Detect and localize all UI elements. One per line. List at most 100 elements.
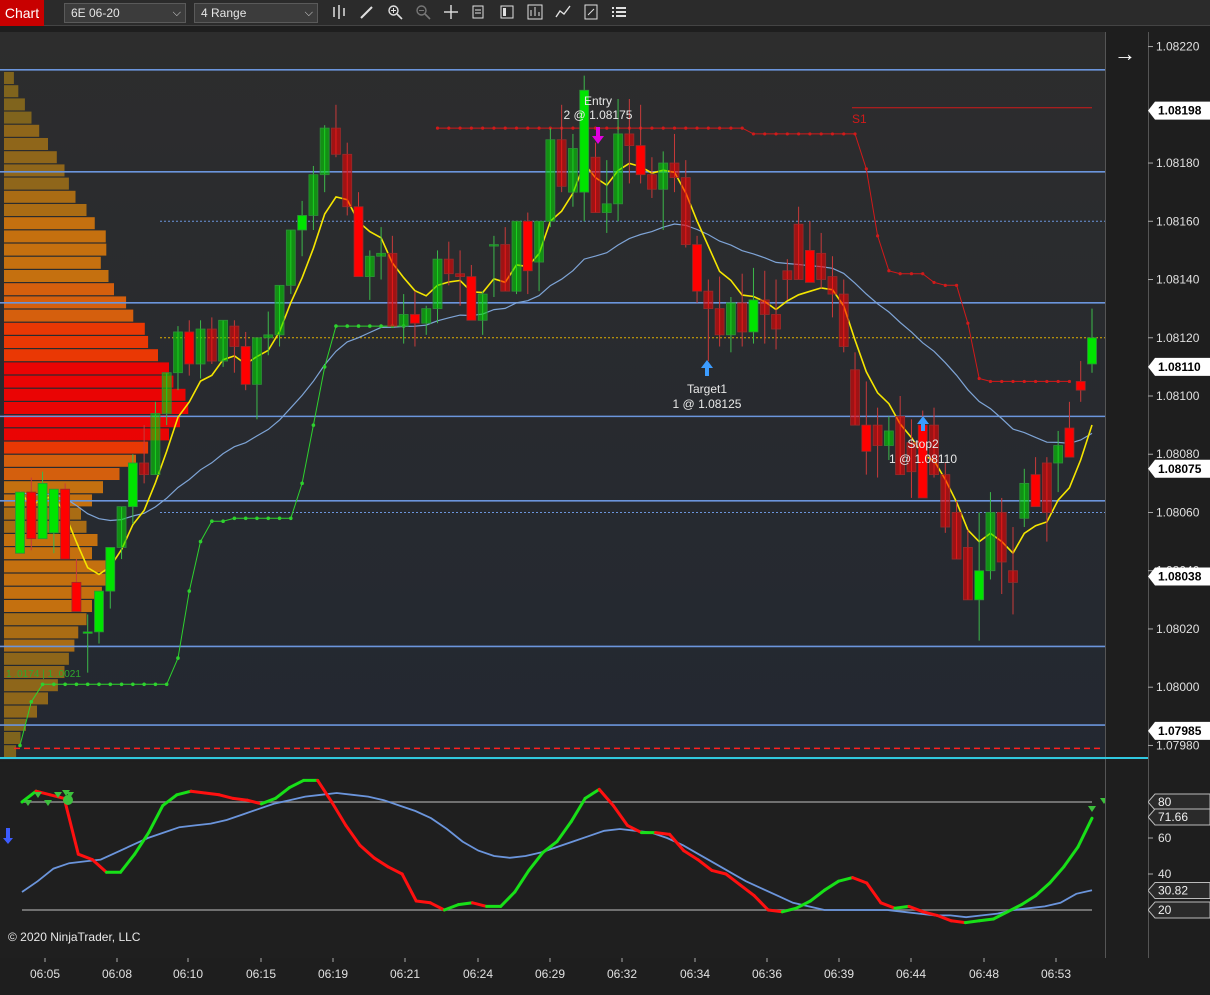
target1-detail: 1 @ 1.08125 (673, 397, 742, 411)
bear-candle (940, 474, 951, 528)
bull-candle (432, 258, 443, 310)
oscillator-main-segment (456, 901, 475, 907)
bull-candle (421, 308, 432, 324)
volume-profile-bar (4, 217, 95, 230)
menu-list-icon[interactable] (610, 4, 628, 22)
s1-label: S1 (852, 112, 867, 126)
volume-profile-bar (4, 652, 69, 665)
bear-candle (951, 512, 962, 560)
volume-profile-bar (4, 322, 145, 335)
instrument-value: 6E 06-20 (71, 6, 120, 20)
scroll-right-arrow-icon[interactable]: → (1110, 40, 1140, 68)
bull-candle (1087, 337, 1097, 365)
bear-candle (793, 223, 804, 280)
time-axis-label: 06:15 (246, 967, 276, 981)
bear-candle (838, 293, 849, 347)
bull-candle (82, 631, 93, 634)
bull-candle (161, 372, 172, 414)
time-axis-label: 06:44 (896, 967, 926, 981)
strategies-icon[interactable] (526, 4, 544, 22)
volume-profile-bar (4, 639, 75, 652)
bull-candle (534, 220, 544, 263)
panel-divider[interactable] (0, 757, 1148, 759)
bear-candle (60, 488, 71, 560)
crosshair-icon[interactable] (442, 4, 460, 22)
draw-pencil-icon[interactable] (358, 4, 376, 22)
bull-candle (195, 328, 206, 365)
instrument-select[interactable]: 6E 06-20 ⌵ (64, 3, 186, 23)
zoom-out-icon[interactable] (414, 4, 432, 22)
bear-candle (1075, 381, 1086, 391)
bear-candle (759, 299, 770, 315)
volume-profile-bar (4, 573, 112, 586)
bear-candle (139, 462, 150, 476)
data-box-icon[interactable] (470, 4, 488, 22)
time-axis-label: 06:24 (463, 967, 493, 981)
volume-profile-bar (4, 204, 87, 216)
bull-candle (398, 314, 409, 327)
bear-candle (714, 308, 725, 336)
bull-candle (477, 293, 488, 321)
volume-profile-bar (4, 626, 79, 639)
bear-candle (737, 302, 748, 333)
oscillator-badge-label: 80 (1158, 795, 1172, 809)
time-axis[interactable]: 06:05 06:08 06:10 06:15 06:19 06:21 06:24 06:29… (0, 958, 1148, 995)
bear-candle (872, 424, 883, 446)
volume-profile-bar (4, 388, 186, 401)
zoom-in-icon[interactable] (386, 4, 404, 22)
volume-profile-bar (4, 98, 25, 111)
oscillator-main-segment (189, 789, 207, 795)
bars-icon[interactable] (330, 4, 348, 22)
price-axis[interactable]: 1.08220 1.08180 1.08160 1.08140 1.08120 1.081… (1148, 32, 1210, 760)
signal-circle-icon (63, 795, 73, 805)
volume-profile-bar (4, 679, 58, 692)
indicators-icon[interactable] (554, 4, 572, 22)
bear-candle (827, 276, 838, 295)
volume-profile-bar (4, 454, 136, 467)
stop2-label: Stop2 (907, 437, 939, 451)
oscillator-axis-label: 60 (1158, 831, 1172, 845)
bull-candle (105, 547, 116, 592)
bear-candle (1064, 427, 1075, 458)
volume-profile-bar (4, 177, 69, 190)
entry-label: Entry (584, 94, 612, 108)
oscillator-main-segment (203, 791, 221, 797)
price-badge-label: 1.07985 (1158, 724, 1202, 738)
price-axis-label: 1.08140 (1156, 273, 1200, 287)
price-panel[interactable]: 1.081601.081201.08060 Entry2 @ 1.08175Ta… (0, 32, 1105, 760)
bull-candle (274, 284, 285, 336)
bull-candle (150, 413, 161, 476)
oscillator-main-segment (977, 917, 995, 923)
bear-candle (782, 270, 793, 280)
bar-type-select[interactable]: 4 Range ⌵ (194, 3, 318, 23)
bull-candle (308, 174, 319, 216)
volume-profile-bar (4, 586, 102, 599)
bear-candle (624, 133, 635, 146)
oscillator-main-segment (766, 908, 784, 914)
properties-icon[interactable] (498, 4, 516, 22)
templates-icon[interactable] (582, 4, 600, 22)
time-axis-label: 06:19 (318, 967, 348, 981)
volume-profile-bar (4, 441, 149, 454)
oscillator-axis[interactable]: 60 40 8071.66 30.82 20 (1148, 762, 1210, 958)
entry-detail: 2 @ 1.08175 (564, 108, 633, 122)
bull-candle (94, 590, 104, 633)
price-axis-label: 1.08020 (1156, 622, 1200, 636)
bull-candle (658, 162, 669, 190)
chevron-down-icon: ⌵ (304, 7, 313, 19)
tab-chart[interactable]: Chart (0, 0, 44, 26)
volume-profile-bar (4, 164, 65, 177)
price-axis-label: 1.08060 (1156, 505, 1200, 519)
volume-profile-bar (4, 705, 37, 718)
oscillator-main-segment (949, 919, 967, 925)
price-badge-label: 1.08198 (1158, 104, 1202, 118)
bear-candle (680, 177, 691, 245)
oscillator-panel[interactable] (0, 762, 1105, 958)
time-axis-label: 06:39 (824, 967, 854, 981)
bull-candle (319, 127, 330, 176)
price-badge-label: 1.08075 (1158, 462, 1202, 476)
time-axis-label: 06:08 (102, 967, 132, 981)
volume-profile-bar (4, 336, 149, 348)
bull-candle (285, 229, 296, 286)
bear-candle (816, 252, 827, 280)
